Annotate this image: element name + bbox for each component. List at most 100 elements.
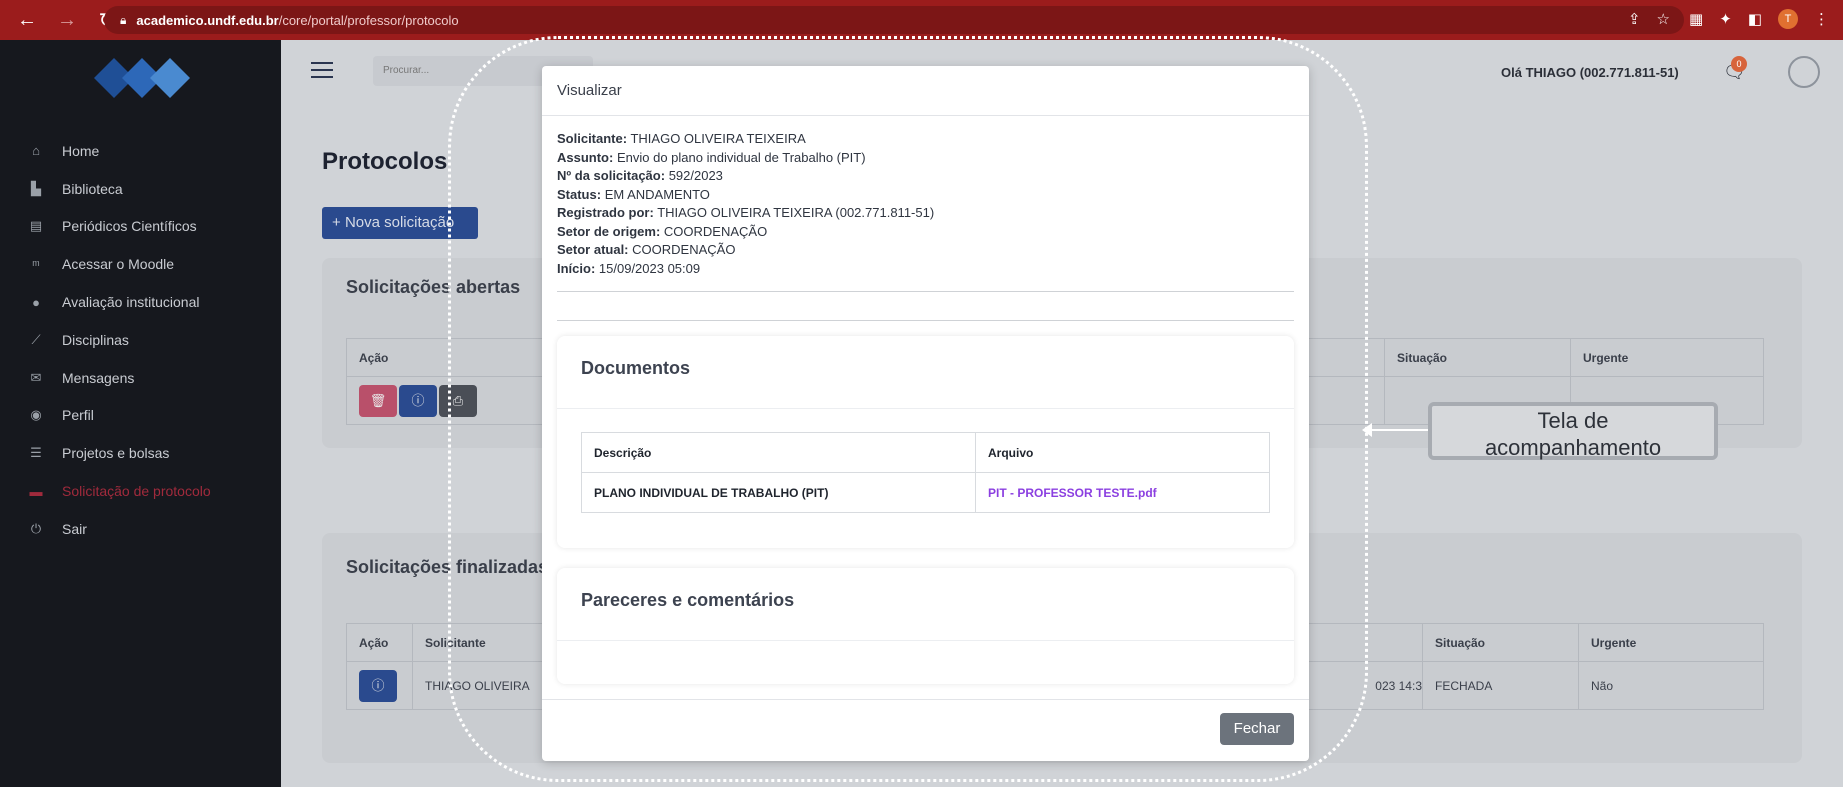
logo xyxy=(94,58,190,98)
sidebar-menu: ⌂ Home ▙ Biblioteca ▤ Periódicos Científicos ᵐ… xyxy=(0,132,281,548)
browser-toolbar: ← → ↻ 🔒︎ academico.undf.edu.br/core/port… xyxy=(0,0,1843,40)
sidebar-item-disciplinas[interactable]: ⟋ Disciplinas xyxy=(0,321,281,359)
divider xyxy=(557,291,1294,292)
detail-row: Status: EM ANDAMENTO xyxy=(557,186,1294,205)
sidebar-item-acessar-o-moodle[interactable]: ᵐ Acessar o Moodle xyxy=(0,245,281,283)
sidebar-item-sair[interactable]: ⏻ Sair xyxy=(0,510,281,548)
view-modal: Visualizar Solicitante: THIAGO OLIVEIRA … xyxy=(542,66,1309,761)
detail-row: Setor atual: COORDENAÇÃO xyxy=(557,241,1294,260)
forward-arrow-icon[interactable]: → xyxy=(54,9,80,32)
sidebar-item-label: Acessar o Moodle xyxy=(62,256,175,273)
journal-icon: ▤ xyxy=(29,218,43,234)
qr-icon[interactable]: ▦ xyxy=(1689,10,1703,28)
detail-value: 15/09/2023 05:09 xyxy=(598,260,701,276)
documents-title: Documentos xyxy=(581,358,691,378)
sidebar-item-home[interactable]: ⌂ Home xyxy=(0,132,281,170)
open-requests-title: Solicitações abertas xyxy=(346,277,521,297)
sidebar: ⌂ Home ▙ Biblioteca ▤ Periódicos Científicos ᵐ… xyxy=(0,40,281,787)
sidebar-item-mensagens[interactable]: ✉ Mensagens xyxy=(0,359,281,397)
action-cell: ⓘ xyxy=(346,661,413,710)
share-icon[interactable]: ⇪ xyxy=(1628,10,1641,28)
sidebar-item-label: Avaliação institucional xyxy=(62,294,200,311)
list-icon: ☰ xyxy=(30,445,42,461)
description-cell: PLANO INDIVIDUAL DE TRABALHO (PIT) xyxy=(581,472,976,513)
detail-row: Registrado por: THIAGO OLIVEIRA TEIXEIRA… xyxy=(557,204,1294,223)
info-button[interactable]: ⓘ xyxy=(399,384,437,417)
detail-row: Solicitante: THIAGO OLIVEIRA TEIXEIRA xyxy=(557,130,1294,149)
lock-icon: 🔒︎ xyxy=(120,12,127,27)
puzzle-icon[interactable]: ✦ xyxy=(1719,10,1732,28)
power-icon: ⏻ xyxy=(30,520,42,536)
sidebar-item-label: Projetos e bolsas xyxy=(62,445,170,462)
detail-label: Início: xyxy=(557,260,596,276)
detail-label: Status: xyxy=(557,186,602,202)
sidebar-item-label: Solicitação de protocolo xyxy=(62,483,211,500)
col-situation: Situação xyxy=(1384,338,1571,377)
page-title: Protocolos xyxy=(322,148,448,175)
delete-button[interactable]: 🗑︎ xyxy=(359,384,397,417)
detail-label: Registrado por: xyxy=(557,205,654,220)
moodle-icon: ᵐ xyxy=(32,256,40,272)
divider xyxy=(557,320,1294,321)
star-icon[interactable]: ☆ xyxy=(1657,10,1670,28)
callout-line-2: acompanhamento xyxy=(1484,435,1662,460)
sidebar-item-label: Disciplinas xyxy=(62,331,129,348)
new-request-button[interactable]: + Nova solicitação xyxy=(322,207,478,239)
sidebar-item-projetos-e-bolsas[interactable]: ☰ Projetos e bolsas xyxy=(0,434,281,472)
user-greeting: Olá THIAGO (002.771.811-51) xyxy=(1501,65,1679,80)
detail-row: Nº da solicitação: 592/2023 xyxy=(557,167,1294,186)
col-urgent: Urgente xyxy=(1570,338,1764,377)
back-arrow-icon[interactable]: ← xyxy=(14,9,40,32)
sidebar-item-solicita-o-de-protocolo[interactable]: ▬ Solicitação de protocolo xyxy=(0,472,281,510)
sidepanel-icon[interactable]: ◧ xyxy=(1748,10,1762,28)
col-urgent: Urgente xyxy=(1578,623,1764,662)
envelope-icon: ✉ xyxy=(30,369,42,385)
situation-cell: FECHADA xyxy=(1422,661,1579,710)
detail-label: Setor atual: xyxy=(557,242,629,257)
hamburger-icon[interactable] xyxy=(311,62,333,78)
detail-value: 592/2023 xyxy=(668,168,723,183)
sidebar-item-avalia-o-institucional[interactable]: ● Avaliação institucional xyxy=(0,283,281,321)
chat-icon: ● xyxy=(32,294,40,310)
detail-row: Início: 15/09/2023 05:09 xyxy=(557,260,1294,279)
kebab-menu-icon[interactable]: ⋮ xyxy=(1814,10,1829,28)
annotation-callout: Tela de acompanhamento xyxy=(1428,402,1718,460)
detail-value: THIAGO OLIVEIRA TEIXEIRA (002.771.811-51… xyxy=(657,205,935,220)
sidebar-item-peri-dicos-cient-ficos[interactable]: ▤ Periódicos Científicos xyxy=(0,208,281,246)
user-avatar-icon[interactable] xyxy=(1788,56,1820,88)
detail-value: COORDENAÇÃO xyxy=(632,242,736,257)
sidebar-item-perfil[interactable]: ◉ Perfil xyxy=(0,397,281,435)
new-request-label: Nova solicitação xyxy=(344,214,455,231)
documents-table: Descrição Arquivo PLANO INDIVIDUAL DE TR… xyxy=(581,432,1270,513)
detail-value: EM ANDAMENTO xyxy=(604,186,710,202)
info-button[interactable]: ⓘ xyxy=(359,669,397,702)
profile-avatar[interactable]: T xyxy=(1778,9,1798,29)
sidebar-item-label: Sair xyxy=(62,520,87,537)
folder-icon: ▬ xyxy=(29,483,43,499)
detail-label: Nº da solicitação: xyxy=(557,168,666,183)
callout-line-1: Tela de xyxy=(1537,408,1609,433)
user-icon: ◉ xyxy=(30,407,42,423)
address-bar[interactable]: 🔒︎ academico.undf.edu.br/core/portal/pro… xyxy=(104,6,1684,34)
browser-nav: ← → ↻ xyxy=(0,8,120,33)
library-icon: ▙ xyxy=(31,180,41,196)
requester-name: THIAGO OLIVEIRA xyxy=(425,678,530,693)
documents-card: Documentos Descrição Arquivo PLANO INDIV… xyxy=(557,336,1294,548)
sidebar-item-label: Perfil xyxy=(62,407,94,424)
divider xyxy=(557,640,1294,641)
callout-arrow xyxy=(1362,423,1430,437)
closed-requests-title: Solicitações finalizadas xyxy=(346,557,549,577)
comments-title: Pareceres e comentários xyxy=(581,590,795,610)
browser-extensions: ▦ ✦ ◧ T ⋮ xyxy=(1689,9,1829,29)
close-button[interactable]: Fechar xyxy=(1220,713,1294,745)
print-button[interactable]: ⎙ xyxy=(439,384,477,417)
modal-title: Visualizar xyxy=(542,66,1309,116)
col-description: Descrição xyxy=(581,432,976,473)
detail-value: COORDENAÇÃO xyxy=(663,223,768,239)
url-path: /core/portal/professor/protocolo xyxy=(278,12,459,28)
sidebar-item-label: Periódicos Científicos xyxy=(62,218,197,235)
detail-row: Assunto: Envio do plano individual de Tr… xyxy=(557,149,1294,168)
modal-footer-divider xyxy=(542,699,1309,700)
sidebar-item-biblioteca[interactable]: ▙ Biblioteca xyxy=(0,170,281,208)
file-link[interactable]: PIT - PROFESSOR TESTE.pdf xyxy=(975,472,1270,513)
